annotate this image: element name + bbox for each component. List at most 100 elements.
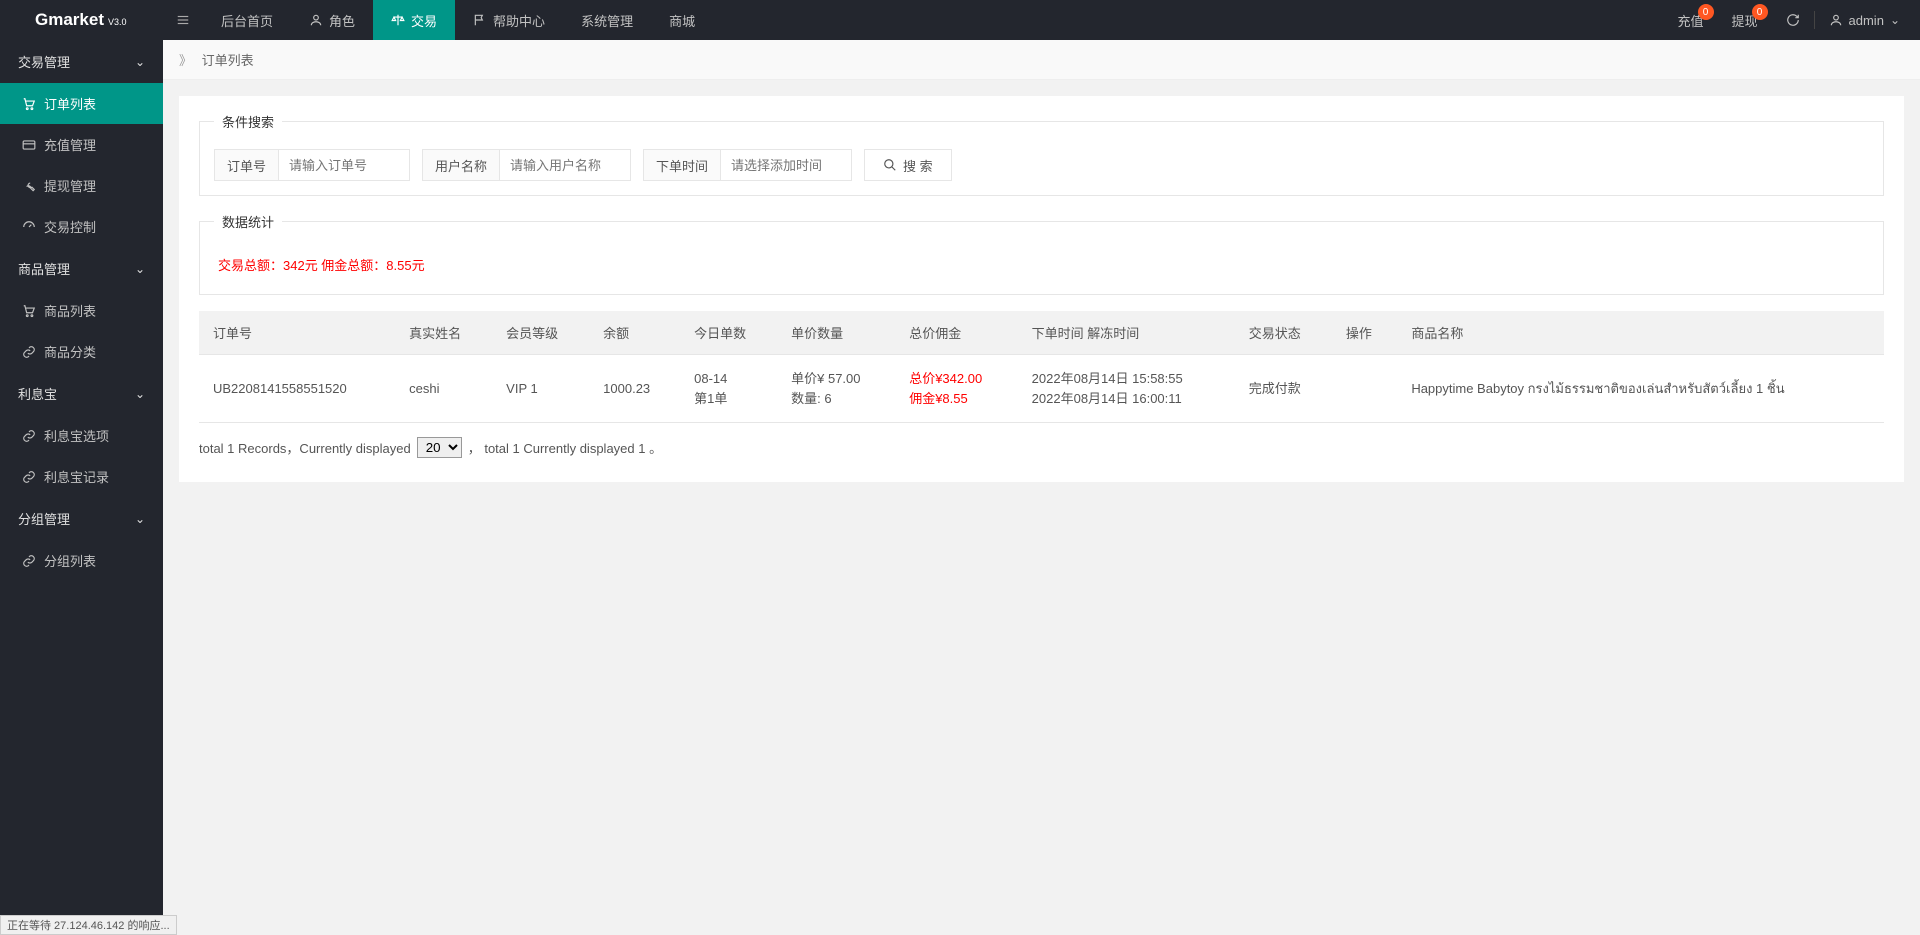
- field-label: 用户名称: [423, 150, 500, 180]
- th-real-name: 真实姓名: [395, 311, 492, 355]
- th-balance: 余额: [589, 311, 680, 355]
- user-menu[interactable]: admin ⌄: [1815, 0, 1920, 40]
- sidebar-item-withdraw[interactable]: 提现管理: [0, 165, 163, 206]
- recharge-link[interactable]: 充值 0: [1663, 0, 1717, 40]
- breadcrumb-sep-icon: 》: [179, 53, 192, 68]
- cell-total-price: 总价¥342.00: [909, 371, 982, 386]
- sidebar-group-label: 利息宝: [18, 384, 57, 403]
- card-icon: [22, 138, 36, 152]
- sidebar-group-interest[interactable]: 利息宝 ⌄: [0, 372, 163, 415]
- table-row: UB2208141558551520 ceshi VIP 1 1000.23 0…: [199, 355, 1884, 423]
- stats-legend: 数据统计: [214, 212, 282, 231]
- cell-unfreeze-time: 2022年08月14日 16:00:11: [1032, 391, 1182, 406]
- th-op: 操作: [1332, 311, 1398, 355]
- search-button[interactable]: 搜 索: [864, 149, 952, 181]
- page-size-select[interactable]: 20: [417, 437, 462, 458]
- th-level: 会员等级: [492, 311, 589, 355]
- chevron-down-icon: ⌄: [135, 262, 145, 276]
- cell-op: [1332, 355, 1398, 423]
- order-time-input[interactable]: [721, 150, 851, 180]
- topnav-label: 后台首页: [221, 11, 273, 30]
- cell-price: 单价¥ 57.00 数量: 6: [777, 355, 895, 423]
- cell-order-time: 2022年08月14日 15:58:55: [1032, 371, 1183, 386]
- topnav-label: 帮助中心: [493, 11, 545, 30]
- sidebar-item-product-category[interactable]: 商品分类: [0, 331, 163, 372]
- topnav-label: 商城: [669, 11, 695, 30]
- cell-real-name: ceshi: [395, 355, 492, 423]
- chevron-down-icon: ⌄: [135, 55, 145, 69]
- chevron-down-icon: ⌄: [135, 512, 145, 526]
- th-order-no: 订单号: [199, 311, 395, 355]
- breadcrumb: 》 订单列表: [163, 40, 1920, 80]
- topnav-system[interactable]: 系统管理: [563, 0, 651, 40]
- withdraw-badge: 0: [1752, 4, 1768, 20]
- th-price: 单价数量: [777, 311, 895, 355]
- hamburger-icon: [176, 13, 190, 27]
- user-icon: [1829, 13, 1843, 27]
- top-nav: 后台首页 角色 交易 帮助中心 系统管理 商城: [203, 0, 713, 40]
- field-order-no: 订单号: [214, 149, 410, 181]
- sidebar-item-interest-records[interactable]: 利息宝记录: [0, 456, 163, 497]
- sidebar-item-interest-options[interactable]: 利息宝选项: [0, 415, 163, 456]
- user-name: admin: [1849, 13, 1884, 28]
- sidebar-item-label: 商品列表: [44, 301, 96, 320]
- wrench-icon: [22, 179, 36, 193]
- browser-status-bar: 正在等待 27.124.46.142 的响应...: [0, 915, 177, 935]
- topnav-help[interactable]: 帮助中心: [455, 0, 563, 40]
- stats-text: 交易总额：342元 佣金总额：8.55元: [214, 249, 1869, 280]
- th-time: 下单时间 解冻时间: [1018, 311, 1235, 355]
- sidebar-item-label: 充值管理: [44, 135, 96, 154]
- stats-fieldset: 数据统计 交易总额：342元 佣金总额：8.55元: [199, 212, 1884, 295]
- sidebar-item-label: 商品分类: [44, 342, 96, 361]
- sidebar-toggle[interactable]: [163, 0, 203, 40]
- link-icon: [22, 429, 36, 443]
- field-label: 下单时间: [644, 150, 721, 180]
- cell-today-count: 第1单: [694, 391, 727, 406]
- sidebar-item-orders[interactable]: 订单列表: [0, 83, 163, 124]
- sidebar-item-product-list[interactable]: 商品列表: [0, 290, 163, 331]
- cart-icon: [22, 97, 36, 111]
- search-row: 订单号 用户名称 下单时间 搜 索: [214, 149, 1869, 181]
- sidebar-item-group-list[interactable]: 分组列表: [0, 540, 163, 581]
- th-total: 总价佣金: [895, 311, 1017, 355]
- sidebar-item-label: 利息宝选项: [44, 426, 109, 445]
- refresh-button[interactable]: [1772, 0, 1814, 40]
- cell-level: VIP 1: [492, 355, 589, 423]
- user-icon: [309, 13, 323, 27]
- sidebar-item-trade-control[interactable]: 交易控制: [0, 206, 163, 247]
- search-legend: 条件搜索: [214, 112, 282, 131]
- cell-today: 08-14 第1单: [680, 355, 777, 423]
- sidebar-group-label: 商品管理: [18, 259, 70, 278]
- topnav-home[interactable]: 后台首页: [203, 0, 291, 40]
- sidebar-item-label: 交易控制: [44, 217, 96, 236]
- content: 条件搜索 订单号 用户名称 下单时间: [163, 80, 1920, 498]
- th-product: 商品名称: [1397, 311, 1884, 355]
- cell-balance: 1000.23: [589, 355, 680, 423]
- sidebar-item-label: 利息宝记录: [44, 467, 109, 486]
- sidebar-group-trade[interactable]: 交易管理 ⌄: [0, 40, 163, 83]
- top-header: Gmarket V3.0 后台首页 角色 交易 帮助中心 系统管理 商城: [0, 0, 1920, 40]
- sidebar-item-recharge[interactable]: 充值管理: [0, 124, 163, 165]
- flag-icon: [473, 13, 487, 27]
- th-today: 今日单数: [680, 311, 777, 355]
- cell-product: Happytime Babytoy กรงไม้ธรรมชาติของเล่นส…: [1397, 355, 1884, 423]
- withdraw-link[interactable]: 提现 0: [1718, 0, 1772, 40]
- sidebar-item-label: 订单列表: [44, 94, 96, 113]
- brand-logo: Gmarket V3.0: [0, 10, 163, 30]
- user-name-input[interactable]: [500, 150, 630, 180]
- topnav-role[interactable]: 角色: [291, 0, 373, 40]
- topnav-mall[interactable]: 商城: [651, 0, 713, 40]
- field-order-time: 下单时间: [643, 149, 852, 181]
- topnav-trade[interactable]: 交易: [373, 0, 455, 40]
- sidebar-group-product[interactable]: 商品管理 ⌄: [0, 247, 163, 290]
- table-header-row: 订单号 真实姓名 会员等级 余额 今日单数 单价数量 总价佣金 下单时间 解冻时…: [199, 311, 1884, 355]
- sidebar: 交易管理 ⌄ 订单列表 充值管理 提现管理 交易控制 商品管理 ⌄ 商品列表 商…: [0, 40, 163, 935]
- search-fieldset: 条件搜索 订单号 用户名称 下单时间: [199, 112, 1884, 196]
- cell-total: 总价¥342.00 佣金¥8.55: [895, 355, 1017, 423]
- sidebar-group-label: 交易管理: [18, 52, 70, 71]
- order-no-input[interactable]: [279, 150, 409, 180]
- sidebar-item-label: 提现管理: [44, 176, 96, 195]
- cell-time: 2022年08月14日 15:58:55 2022年08月14日 16:00:1…: [1018, 355, 1235, 423]
- link-icon: [22, 345, 36, 359]
- sidebar-group-groupmgmt[interactable]: 分组管理 ⌄: [0, 497, 163, 540]
